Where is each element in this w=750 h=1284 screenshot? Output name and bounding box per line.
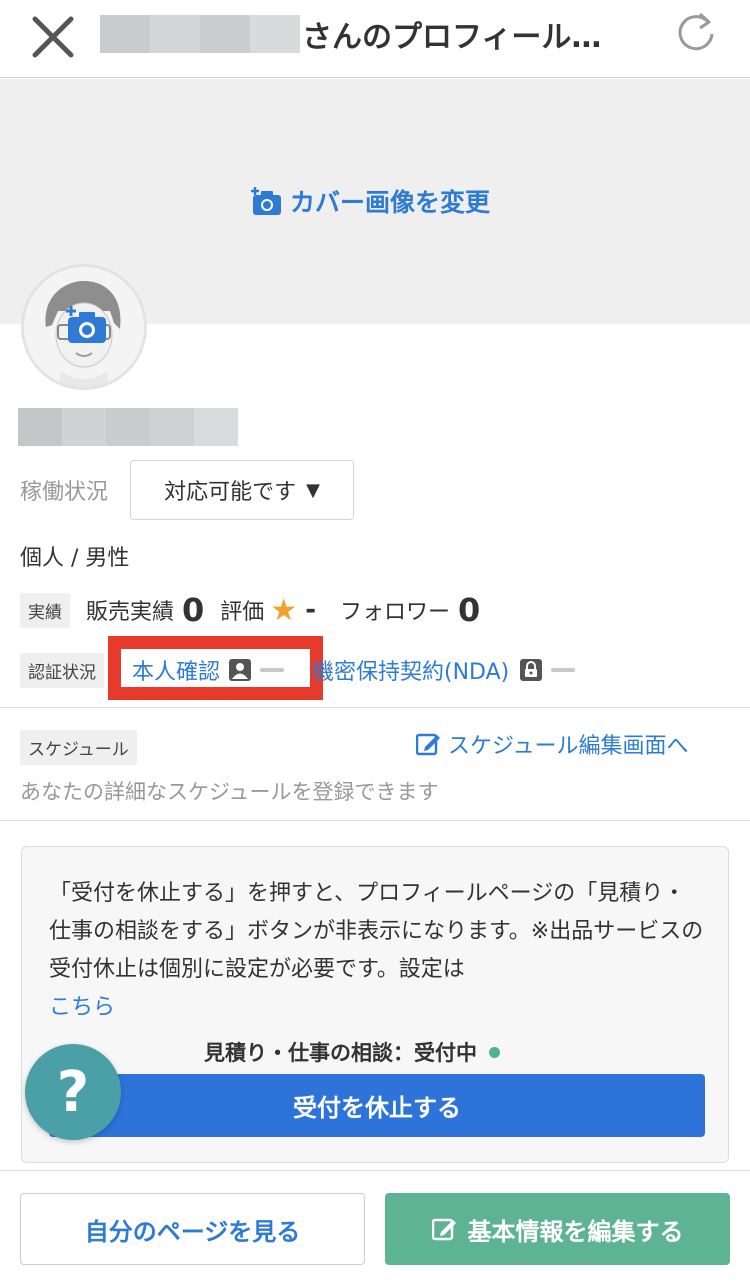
camera-add-icon (66, 306, 106, 343)
operation-status-label: 稼働状況 (20, 480, 109, 505)
divider (0, 707, 750, 708)
followers-label: フォロワー (340, 600, 451, 625)
dash-indicator (260, 668, 285, 672)
followers-value: 0 (458, 591, 481, 629)
view-my-page-button[interactable]: 自分のページを見る (20, 1193, 365, 1265)
identity-verification-link[interactable]: 本人確認 (132, 652, 285, 688)
lock-icon (519, 658, 543, 682)
triangle-down-icon: ▼ (306, 479, 320, 501)
nda-label: 機密保持契約(NDA) (312, 660, 510, 685)
edit-icon (431, 1218, 456, 1241)
top-bar: さんのプロフィール… (0, 0, 750, 78)
camera-add-icon (251, 187, 281, 215)
id-card-icon (228, 658, 252, 682)
schedule-tag: スケジュール (20, 730, 137, 765)
certification-row: 認証状況 (20, 650, 104, 690)
sales-value: 0 (182, 591, 205, 629)
page-title: さんのプロフィール… (100, 12, 620, 56)
sales-label: 販売実績 (86, 600, 175, 625)
stats-tag: 実績 (20, 592, 70, 628)
type-gender: 個人 / 男性 (20, 546, 130, 571)
rating-label: 評価 (220, 600, 265, 625)
notice-text: 「受付を休止する」を押すと、プロフィールページの「見積り・仕事の相談をする」ボタ… (49, 881, 704, 982)
accept-notice-panel: 「受付を休止する」を押すと、プロフィールページの「見積り・仕事の相談をする」ボタ… (21, 846, 729, 1163)
operation-status-row: 稼働状況 対応可能です ▼ (20, 460, 355, 520)
rating-value: - (305, 595, 316, 625)
page-title-text: さんのプロフィール… (302, 20, 602, 55)
settings-link[interactable]: こちら (49, 989, 115, 1021)
star-icon: ★ (270, 592, 298, 628)
close-icon[interactable] (30, 14, 76, 60)
bottom-action-bar: 自分のページを見る 基本情報を編集する (0, 1170, 750, 1284)
certification-tag: 認証状況 (20, 652, 104, 688)
schedule-edit-label: スケジュール編集画面へ (448, 734, 689, 759)
blurred-display-name (18, 408, 238, 446)
accept-status: 見積り・仕事の相談：受付中 (204, 1037, 500, 1067)
refresh-icon[interactable] (672, 8, 720, 56)
operation-status-value: 対応可能です (164, 480, 297, 505)
stop-accepting-button[interactable]: 受付を休止する (49, 1074, 705, 1137)
accept-status-text: 見積り・仕事の相談：受付中 (204, 1041, 477, 1065)
edit-basic-info-button[interactable]: 基本情報を編集する (385, 1193, 730, 1265)
nda-link[interactable]: 機密保持契約(NDA) (312, 652, 576, 688)
change-cover-label: カバー画像を変更 (290, 188, 491, 217)
operation-status-dropdown[interactable]: 対応可能です ▼ (130, 460, 355, 520)
help-icon[interactable]: ? (25, 1044, 121, 1140)
change-cover-button[interactable]: カバー画像を変更 (250, 183, 490, 219)
schedule-edit-link[interactable]: スケジュール編集画面へ (416, 728, 688, 760)
status-dot (489, 1046, 500, 1058)
avatar[interactable] (21, 264, 147, 390)
edit-basic-info-label: 基本情報を編集する (467, 1217, 684, 1246)
view-my-page-label: 自分のページを見る (84, 1217, 301, 1246)
identity-verification-label: 本人確認 (132, 660, 221, 685)
stats-row: 実績 販売実績 0 評価 ★ - フォロワー 0 (20, 590, 480, 630)
dash-indicator (551, 668, 576, 672)
blurred-username (100, 15, 300, 53)
edit-icon (416, 733, 440, 756)
schedule-description: あなたの詳細なスケジュールを登録できます (20, 780, 439, 804)
divider (0, 820, 750, 821)
